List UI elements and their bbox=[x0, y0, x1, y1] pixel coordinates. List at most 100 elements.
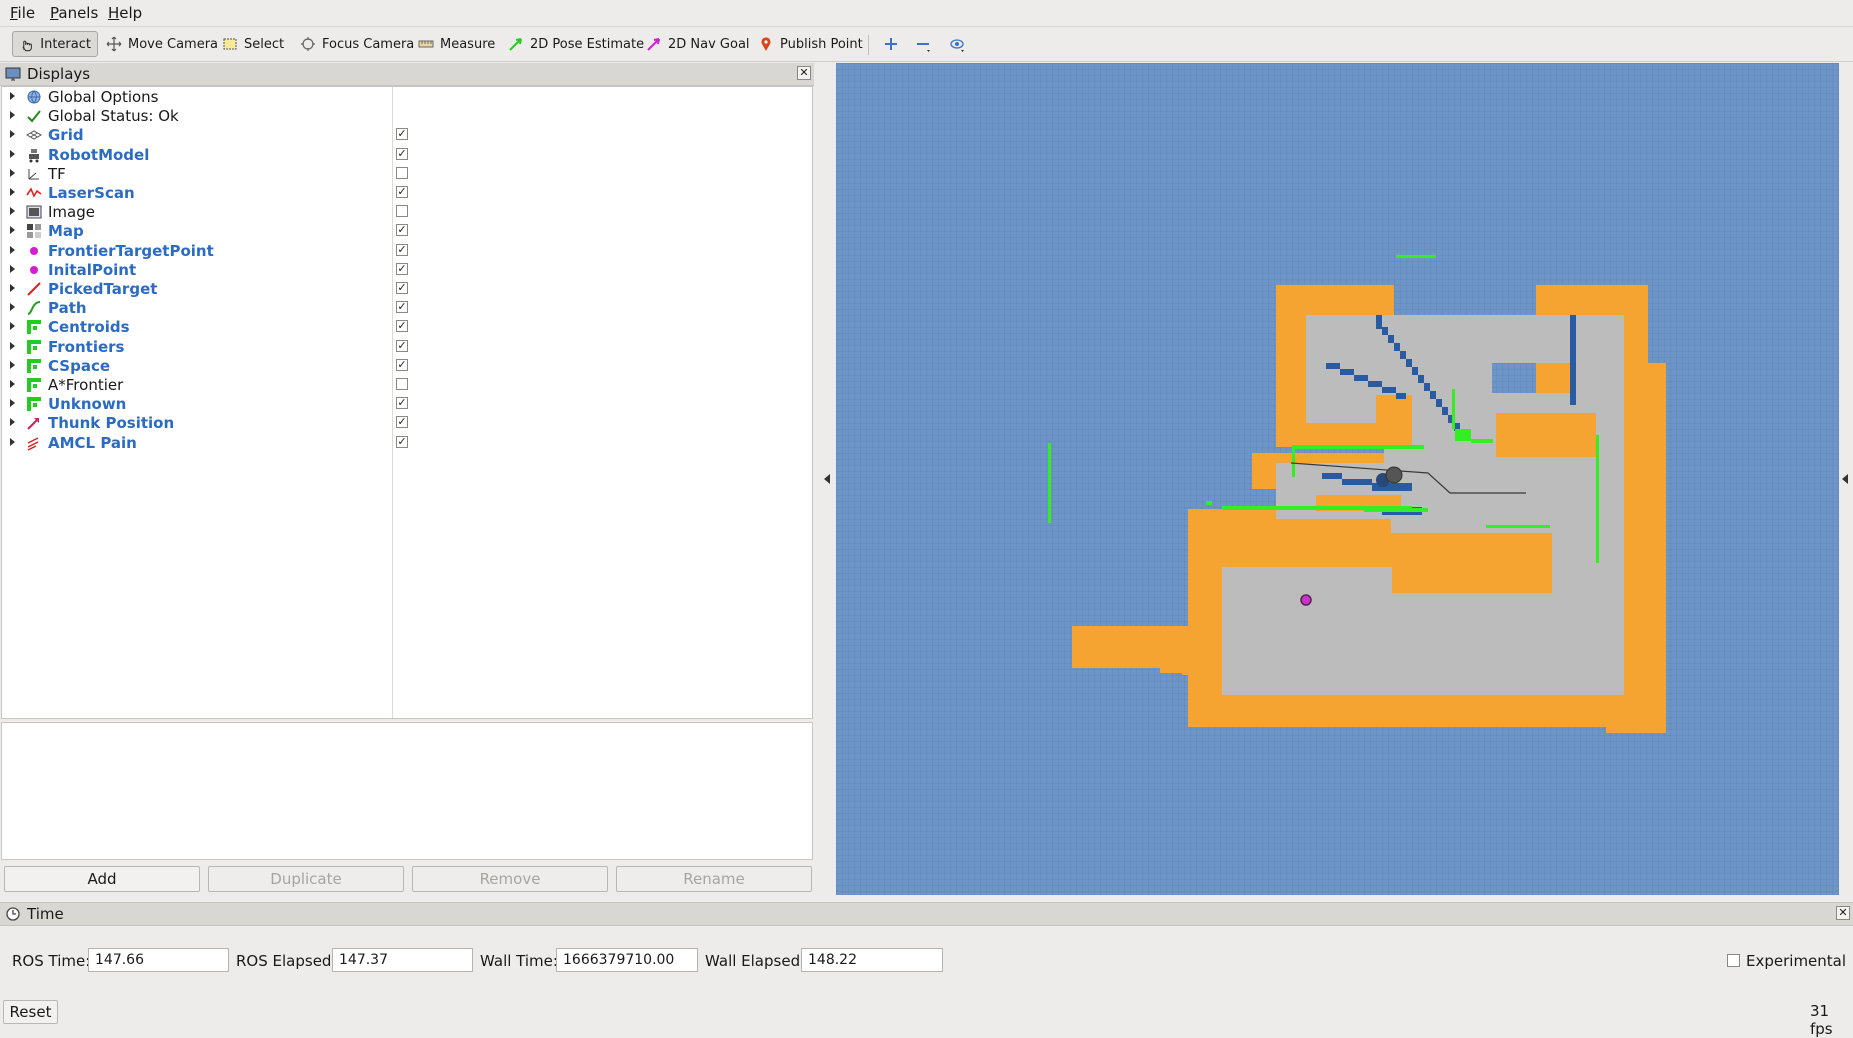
ros-time-field[interactable]: 147.66 bbox=[88, 948, 229, 972]
pose-arrow-icon bbox=[27, 282, 41, 296]
display-enabled-checkbox[interactable]: ✓ bbox=[396, 186, 408, 198]
interact-tool-button[interactable]: Interact bbox=[12, 31, 98, 57]
expand-arrow-icon[interactable] bbox=[10, 92, 15, 100]
display-row-laserscan[interactable]: LaserScan ✓ bbox=[2, 183, 812, 202]
expand-arrow-icon[interactable] bbox=[10, 322, 15, 331]
frontier-target-point bbox=[1300, 594, 1312, 606]
focus-camera-tool-button[interactable]: Focus Camera bbox=[294, 31, 420, 57]
expand-arrow-icon[interactable] bbox=[10, 418, 15, 427]
clock-icon bbox=[6, 907, 20, 921]
3d-viewport[interactable] bbox=[836, 63, 1839, 895]
grid-cells-icon bbox=[27, 339, 41, 354]
expand-arrow-icon[interactable] bbox=[10, 168, 15, 177]
collapse-left-arrow[interactable] bbox=[824, 474, 830, 484]
pose-estimate-tool-button[interactable]: 2D Pose Estimate bbox=[502, 31, 650, 57]
menu-file[interactable]: File bbox=[10, 4, 35, 22]
expand-arrow-icon[interactable] bbox=[10, 360, 15, 369]
ros-elapsed-field[interactable]: 147.37 bbox=[332, 948, 473, 972]
collapse-right-arrow[interactable] bbox=[1842, 474, 1848, 484]
expand-arrow-icon[interactable] bbox=[10, 284, 15, 292]
select-tool-button[interactable]: Select bbox=[216, 31, 290, 57]
focus-camera-tool-label: Focus Camera bbox=[322, 36, 415, 52]
display-enabled-checkbox[interactable] bbox=[396, 378, 408, 390]
display-row-pickedtarget[interactable]: PickedTarget ✓ bbox=[2, 279, 812, 298]
rename-button[interactable]: Rename bbox=[616, 866, 812, 892]
display-enabled-checkbox[interactable]: ✓ bbox=[396, 243, 408, 256]
display-row-unknown[interactable]: Unknown ✓ bbox=[2, 394, 812, 413]
display-row-map[interactable]: Map ✓ bbox=[2, 221, 812, 240]
menu-bar: File Panels Help bbox=[0, 0, 1853, 27]
close-displays-button[interactable]: ✕ bbox=[797, 66, 811, 80]
display-row-amcl-pain[interactable]: AMCL Pain ✓ bbox=[2, 433, 812, 452]
expand-arrow-icon[interactable] bbox=[10, 111, 15, 120]
display-row-frontiers[interactable]: Frontiers ✓ bbox=[2, 337, 812, 356]
display-row-global-options[interactable]: Global Options bbox=[2, 87, 812, 106]
menu-help[interactable]: Help bbox=[108, 4, 142, 22]
expand-arrow-icon[interactable] bbox=[10, 188, 15, 196]
expand-arrow-icon[interactable] bbox=[10, 245, 15, 254]
expand-arrow-icon[interactable] bbox=[10, 380, 15, 388]
expand-arrow-icon[interactable] bbox=[10, 226, 15, 235]
display-enabled-checkbox[interactable]: ✓ bbox=[396, 320, 408, 333]
plus-icon bbox=[885, 38, 897, 50]
duplicate-button[interactable]: Duplicate bbox=[208, 866, 404, 892]
display-enabled-checkbox[interactable]: ✓ bbox=[396, 358, 408, 371]
display-enabled-checkbox[interactable]: ✓ bbox=[396, 224, 408, 237]
expand-arrow-icon[interactable] bbox=[10, 207, 15, 216]
move-camera-tool-button[interactable]: Move Camera bbox=[100, 31, 224, 57]
display-enabled-checkbox[interactable]: ✓ bbox=[396, 339, 408, 352]
display-enabled-checkbox[interactable] bbox=[396, 166, 408, 179]
expand-arrow-icon[interactable] bbox=[10, 399, 15, 408]
display-row-centroids[interactable]: Centroids ✓ bbox=[2, 317, 812, 336]
display-enabled-checkbox[interactable]: ✓ bbox=[396, 397, 408, 410]
panels-tool-button[interactable] bbox=[946, 31, 974, 57]
expand-arrow-icon[interactable] bbox=[10, 341, 15, 350]
display-label: Unknown bbox=[48, 395, 127, 414]
expand-arrow-icon[interactable] bbox=[10, 437, 15, 446]
display-enabled-checkbox[interactable]: ✓ bbox=[396, 435, 408, 448]
expand-arrow-icon[interactable] bbox=[10, 303, 15, 312]
pose-icon bbox=[27, 418, 39, 431]
display-row-a-frontier[interactable]: A*Frontier bbox=[2, 375, 812, 394]
display-row-cspace[interactable]: CSpace ✓ bbox=[2, 356, 812, 375]
display-label: Path bbox=[48, 299, 87, 318]
point-icon bbox=[30, 246, 38, 255]
display-enabled-checkbox[interactable]: ✓ bbox=[396, 147, 408, 160]
wall-time-field[interactable]: 1666379710.00 bbox=[556, 948, 698, 972]
select-tool-label: Select bbox=[244, 36, 285, 52]
measure-tool-button[interactable]: Measure bbox=[412, 31, 501, 57]
wall-elapsed-field[interactable]: 148.22 bbox=[801, 948, 943, 972]
add-tool-button[interactable] bbox=[880, 31, 902, 57]
display-label: RobotModel bbox=[48, 145, 150, 164]
display-row-global-status-ok[interactable]: Global Status: Ok bbox=[2, 106, 812, 125]
menu-panels[interactable]: Panels bbox=[50, 4, 98, 22]
display-label: Image bbox=[48, 203, 95, 222]
display-row-thunk-position[interactable]: Thunk Position ✓ bbox=[2, 413, 812, 432]
remove-button[interactable]: Remove bbox=[412, 866, 608, 892]
publish-point-tool-button[interactable]: Publish Point bbox=[752, 31, 869, 57]
reset-button[interactable]: Reset bbox=[3, 1000, 58, 1024]
add-button[interactable]: Add bbox=[4, 866, 200, 892]
display-row-robotmodel[interactable]: RobotModel ✓ bbox=[2, 145, 812, 164]
display-row-frontiertargetpoint[interactable]: FrontierTargetPoint ✓ bbox=[2, 241, 812, 260]
display-label: FrontierTargetPoint bbox=[48, 241, 214, 260]
display-row-tf[interactable]: TF bbox=[2, 164, 812, 183]
display-enabled-checkbox[interactable]: ✓ bbox=[396, 128, 408, 141]
display-enabled-checkbox[interactable]: ✓ bbox=[396, 416, 408, 429]
display-enabled-checkbox[interactable]: ✓ bbox=[396, 282, 408, 294]
display-row-grid[interactable]: Grid ✓ bbox=[2, 125, 812, 144]
expand-arrow-icon[interactable] bbox=[10, 264, 15, 273]
nav-goal-tool-button[interactable]: 2D Nav Goal bbox=[640, 31, 756, 57]
expand-arrow-icon[interactable] bbox=[10, 130, 15, 139]
expand-arrow-icon[interactable] bbox=[10, 149, 15, 158]
time-panel-header: Time ✕ bbox=[0, 902, 1853, 926]
close-time-button[interactable]: ✕ bbox=[1836, 906, 1850, 920]
display-enabled-checkbox[interactable]: ✓ bbox=[396, 262, 408, 275]
experimental-checkbox[interactable] bbox=[1727, 954, 1740, 967]
display-enabled-checkbox[interactable] bbox=[396, 205, 408, 218]
display-row-image[interactable]: Image bbox=[2, 202, 812, 221]
display-enabled-checkbox[interactable]: ✓ bbox=[396, 301, 408, 314]
display-row-path[interactable]: Path ✓ bbox=[2, 298, 812, 317]
remove-tool-button[interactable] bbox=[912, 31, 940, 57]
display-row-initalpoint[interactable]: InitalPoint ✓ bbox=[2, 260, 812, 279]
